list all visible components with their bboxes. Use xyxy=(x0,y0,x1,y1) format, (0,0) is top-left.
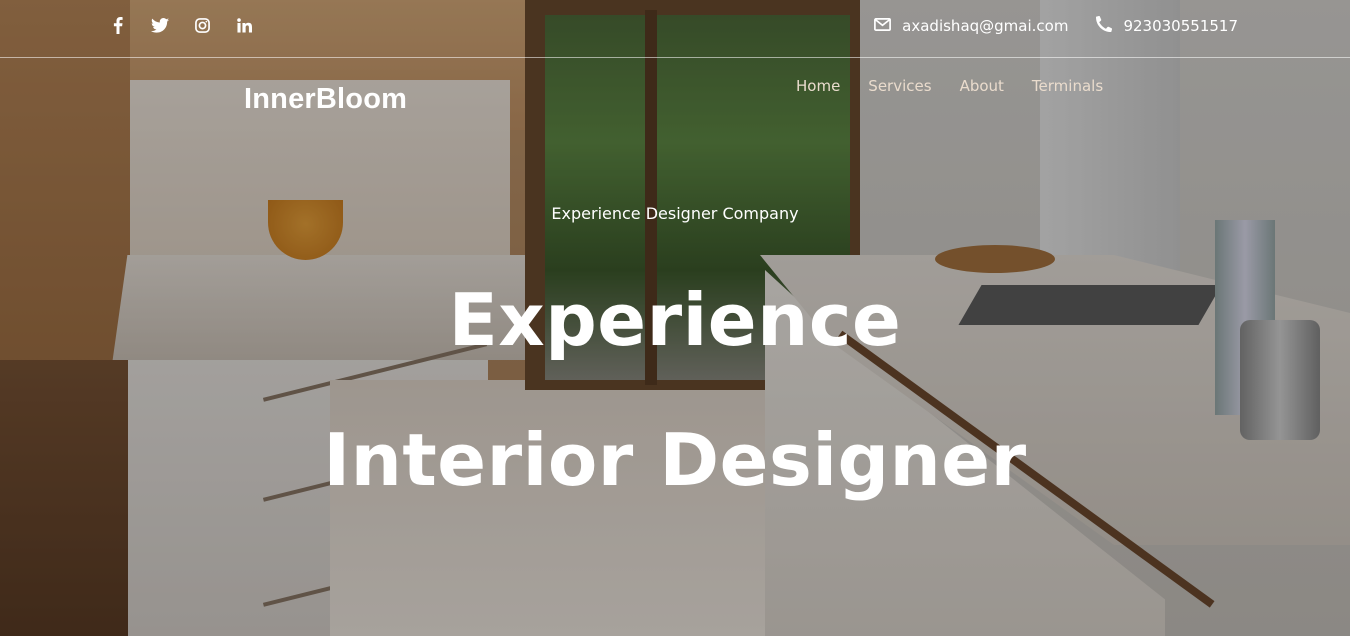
phone-contact[interactable]: 923030551517 xyxy=(1096,15,1238,36)
phone-icon xyxy=(1096,15,1113,36)
social-links xyxy=(108,15,254,35)
nav-about[interactable]: About xyxy=(960,77,1004,95)
instagram-icon[interactable] xyxy=(192,15,212,35)
email-contact[interactable]: axadishaq@gmai.com xyxy=(874,17,1068,35)
nav-home[interactable]: Home xyxy=(796,77,840,95)
hero-headline: Experience Interior Designer xyxy=(0,250,1350,530)
envelope-icon xyxy=(874,17,892,35)
headline-line-2: Interior Designer xyxy=(323,418,1027,502)
hero-tagline: Experience Designer Company xyxy=(551,204,799,223)
nav-terminals[interactable]: Terminals xyxy=(1032,77,1103,95)
email-text[interactable]: axadishaq@gmai.com xyxy=(902,17,1068,35)
brand-logo[interactable]: InnerBloom xyxy=(244,83,407,116)
facebook-icon[interactable] xyxy=(108,15,128,35)
hero-section: axadishaq@gmai.com 923030551517 InnerBlo… xyxy=(0,0,1350,636)
linkedin-icon[interactable] xyxy=(234,15,254,35)
twitter-icon[interactable] xyxy=(150,15,170,35)
main-nav: Home Services About Terminals xyxy=(796,77,1103,95)
headline-line-1: Experience xyxy=(448,278,902,362)
contact-info: axadishaq@gmai.com 923030551517 xyxy=(874,15,1238,36)
phone-text[interactable]: 923030551517 xyxy=(1123,17,1238,35)
nav-services[interactable]: Services xyxy=(868,77,931,95)
top-bar: axadishaq@gmai.com 923030551517 xyxy=(0,0,1350,58)
